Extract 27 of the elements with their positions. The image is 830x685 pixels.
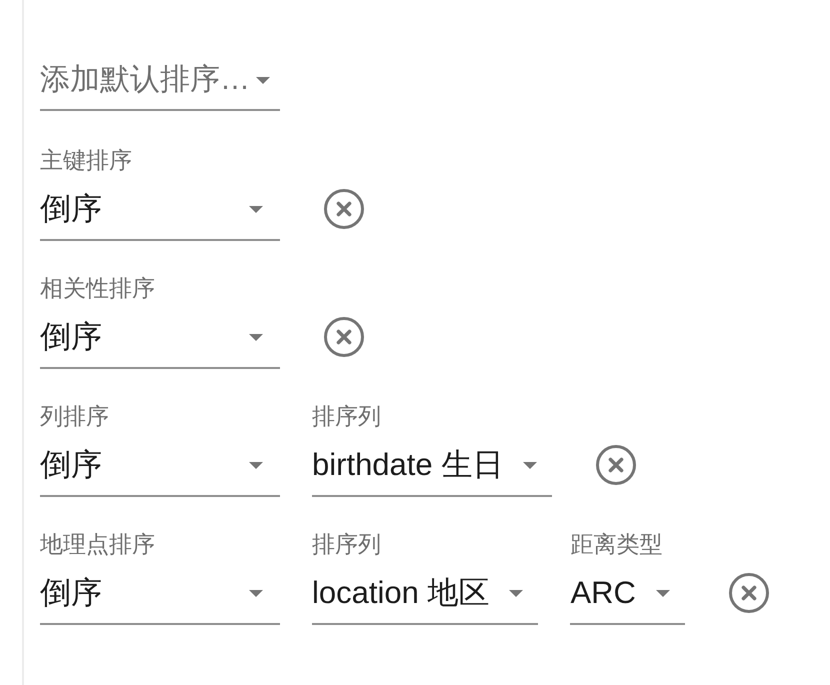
dropdown-field[interactable]: ARC: [570, 558, 685, 625]
dropdown-field[interactable]: birthdate 生日: [312, 430, 552, 497]
field-label: 距离类型: [570, 530, 662, 558]
dropdown-field[interactable]: location 地区: [312, 558, 538, 625]
dropdown-arrow-icon: [509, 590, 524, 596]
dropdown-arrow-icon: [249, 462, 263, 468]
dropdown-arrow-icon: [249, 206, 263, 212]
dropdown-arrow-icon: [249, 590, 263, 596]
add-sort-dropdown[interactable]: 添加默认排序…: [40, 52, 280, 111]
dropdown-arrow-icon: [256, 76, 270, 84]
dropdown-field[interactable]: 倒序: [40, 174, 280, 241]
dropdown-arrow-icon: [656, 590, 670, 596]
field-label: 排序列: [312, 402, 381, 430]
field-label: 排序列: [312, 530, 381, 558]
clear-icon[interactable]: [596, 445, 636, 485]
clear-icon[interactable]: [728, 573, 769, 613]
clear-icon[interactable]: [324, 189, 364, 229]
dropdown-arrow-icon: [523, 462, 538, 468]
dropdown-field[interactable]: 倒序: [40, 302, 280, 369]
field-label: 地理点排序: [40, 530, 155, 558]
field-label: 列排序: [40, 402, 109, 430]
field-label: 主键排序: [40, 146, 132, 174]
dropdown-field[interactable]: 倒序: [40, 430, 280, 497]
dropdown-arrow-icon: [249, 334, 263, 340]
field-label: 相关性排序: [40, 274, 155, 302]
clear-icon[interactable]: [324, 317, 364, 357]
dropdown-field[interactable]: 倒序: [40, 558, 280, 625]
